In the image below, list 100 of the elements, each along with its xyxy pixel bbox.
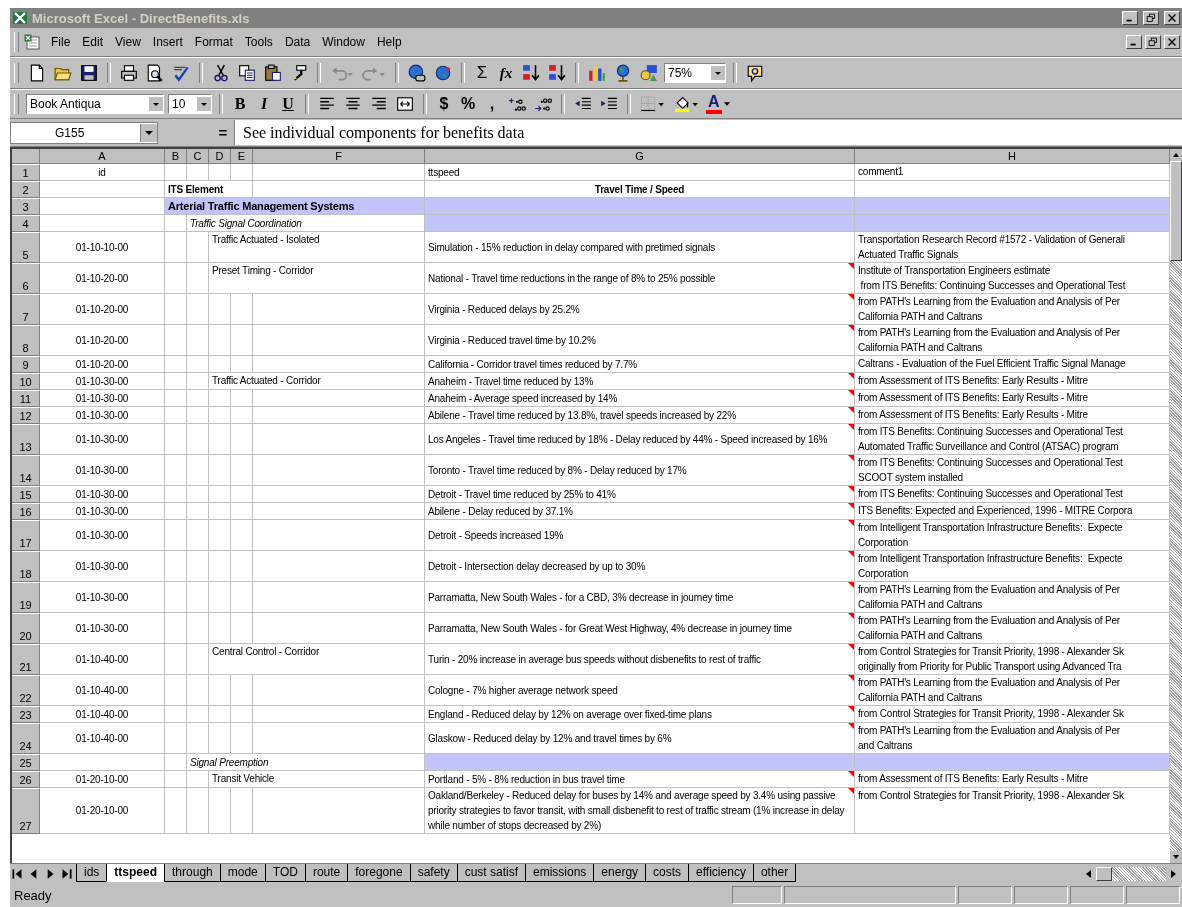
row-header[interactable]: 10	[12, 373, 40, 390]
zoom-dropdown[interactable]: 75%	[664, 63, 726, 83]
empty-cell	[231, 455, 253, 486]
column-header[interactable]: F	[253, 149, 425, 164]
menu-item[interactable]: Format	[189, 33, 238, 51]
sheet-tab[interactable]: cust satisf	[456, 864, 526, 882]
row-header[interactable]: 8	[12, 325, 40, 356]
column-header[interactable]: B	[165, 149, 187, 164]
row-header[interactable]: 1	[12, 164, 40, 181]
sheet-tab[interactable]: emissions	[525, 864, 595, 882]
column-header[interactable]: A	[40, 149, 165, 164]
column-header[interactable]: C	[187, 149, 209, 164]
sheet-tab[interactable]: through	[164, 864, 221, 882]
sort-ascending-icon[interactable]	[520, 62, 542, 84]
row-header[interactable]: 19	[12, 582, 40, 613]
row-header[interactable]: 27	[12, 788, 40, 834]
sheet-tab[interactable]: costs	[645, 864, 690, 882]
bold-button[interactable]: B	[230, 94, 250, 114]
row-header[interactable]: 2	[12, 181, 40, 198]
row-header[interactable]: 7	[12, 294, 40, 325]
column-header[interactable]: H	[855, 149, 1170, 164]
close-icon[interactable]	[1164, 11, 1180, 25]
currency-button[interactable]: $	[434, 94, 454, 114]
edit-formula-button[interactable]: =	[212, 124, 234, 141]
sort-descending-icon[interactable]	[546, 62, 568, 84]
row-header[interactable]: 21	[12, 644, 40, 675]
minimize-icon[interactable]	[1126, 35, 1142, 49]
row-header[interactable]: 25	[12, 754, 40, 771]
paste-icon[interactable]	[262, 62, 284, 84]
row-header[interactable]: 14	[12, 455, 40, 486]
comma-button[interactable]: ,	[482, 94, 502, 114]
table-cell-text: Detroit - Intersection delay decreased by up to 30%	[427, 559, 647, 574]
sheet-tab[interactable]: foregone	[347, 864, 411, 882]
name-box[interactable]: G155	[10, 121, 158, 144]
row-header[interactable]: 24	[12, 723, 40, 754]
menu-item[interactable]: File	[46, 33, 76, 51]
sheet-tab[interactable]: TOD	[264, 864, 306, 882]
column-header[interactable]: D	[209, 149, 231, 164]
workbook-icon[interactable]	[24, 34, 40, 50]
globe-link-icon[interactable]	[406, 62, 428, 84]
underline-button[interactable]: U	[278, 94, 298, 114]
scroll-track[interactable]	[1112, 866, 1166, 881]
row-header[interactable]: 15	[12, 486, 40, 503]
sheet-tab[interactable]: other	[752, 864, 797, 882]
row-header[interactable]: 11	[12, 390, 40, 407]
menu-item[interactable]: Help	[371, 33, 407, 51]
minimize-icon[interactable]	[1122, 11, 1138, 25]
row-header[interactable]: 3	[12, 198, 40, 215]
function-button[interactable]: fx	[496, 63, 516, 83]
table-cell-text: 01-20-10-00	[74, 804, 130, 818]
menu-item[interactable]: Insert	[147, 33, 188, 51]
row-header[interactable]: 22	[12, 675, 40, 706]
row-header[interactable]: 17	[12, 520, 40, 551]
row-header[interactable]: 13	[12, 424, 40, 455]
row-header[interactable]: 18	[12, 551, 40, 582]
drawing-shapes-icon[interactable]	[638, 62, 660, 84]
save-icon[interactable]	[78, 62, 100, 84]
table-cell-text: 01-10-30-00	[74, 487, 130, 502]
row-header[interactable]: 4	[12, 215, 40, 232]
empty-cell	[231, 407, 253, 424]
table-cell-text: 01-10-40-00	[74, 683, 130, 698]
row-header[interactable]: 9	[12, 356, 40, 373]
row-header[interactable]: 5	[12, 232, 40, 263]
print-icon[interactable]	[118, 62, 140, 84]
sheet-tab[interactable]: ids	[76, 864, 108, 882]
formula-field[interactable]: See individual components for benefits data	[234, 120, 1182, 145]
sheet-tab[interactable]: efficiency	[688, 864, 754, 882]
menu-item[interactable]: Tools	[239, 33, 278, 51]
restore-icon[interactable]	[1145, 35, 1161, 49]
font-color-button[interactable]: A	[706, 94, 730, 114]
close-icon[interactable]	[1164, 35, 1180, 49]
row-header[interactable]: 16	[12, 503, 40, 520]
copy-icon[interactable]	[236, 62, 258, 84]
italic-button[interactable]: I	[254, 94, 274, 114]
menu-item[interactable]: Window	[317, 33, 370, 51]
autosum-button[interactable]: Σ	[472, 63, 492, 83]
scroll-thumb[interactable]	[1096, 866, 1112, 881]
empty-cell	[187, 294, 209, 325]
table-cell-text: from ITS Benefits: Continuing Successes and Operational Test	[857, 487, 1124, 501]
column-header[interactable]: G	[425, 149, 855, 164]
row-header[interactable]: 23	[12, 706, 40, 723]
table-cell-text: 01-10-40-00	[74, 652, 130, 667]
row-header[interactable]: 20	[12, 613, 40, 644]
menu-item[interactable]: Data	[279, 33, 316, 51]
menu-item[interactable]: Edit	[77, 33, 109, 51]
row-header[interactable]: 6	[12, 263, 40, 294]
font-dropdown[interactable]: Book Antiqua	[26, 94, 164, 114]
column-header[interactable]: E	[231, 149, 253, 164]
row-header[interactable]: 12	[12, 407, 40, 424]
percent-button[interactable]: %	[458, 94, 478, 114]
sheet-tab[interactable]: safety	[409, 864, 458, 882]
sheet-tab[interactable]: ttspeed	[106, 864, 166, 882]
caret-icon	[197, 97, 211, 111]
sheet-tab[interactable]: route	[304, 864, 349, 882]
sheet-tab[interactable]: mode	[219, 864, 266, 882]
font-size-dropdown[interactable]: 10	[168, 94, 212, 114]
scroll-thumb[interactable]	[1170, 161, 1182, 261]
menu-item[interactable]: View	[110, 33, 146, 51]
row-header[interactable]: 26	[12, 771, 40, 788]
restore-icon[interactable]	[1143, 11, 1159, 25]
